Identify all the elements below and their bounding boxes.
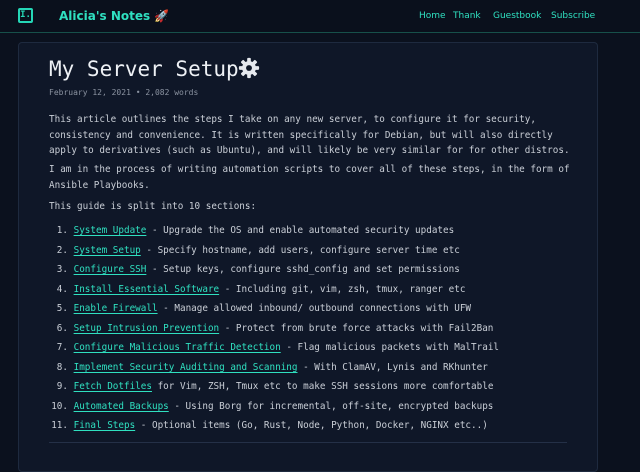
- list-number: 9.: [56, 381, 68, 392]
- section-description: - Manage allowed inbound/ outbound conne…: [157, 303, 472, 314]
- list-number: 11.: [51, 420, 68, 431]
- section-description: - Protect from brute force attacks with …: [219, 322, 494, 334]
- top-navbar: I. Alicia's Notes 🚀 Home Thank Guestbook…: [0, 0, 640, 33]
- list-number: 1.: [56, 225, 68, 236]
- intro-paragraph: This article outlines the steps I take o…: [49, 114, 570, 156]
- list-item: 3. Configure SSH - Setup keys, configure…: [49, 263, 460, 276]
- section-link-system-update[interactable]: System Update: [74, 225, 147, 236]
- section-description: - Flag malicious packets with MalTrail: [280, 342, 500, 353]
- list-item: 9. Fetch Dotfiles for Vim, ZSH, Tmux etc…: [49, 380, 494, 393]
- section-description: - Specify hostname, add users, configure…: [140, 244, 460, 256]
- list-number: 6.: [56, 322, 68, 334]
- list-number: 2.: [56, 244, 68, 256]
- section-link-enable-firewall[interactable]: Enable Firewall: [74, 303, 158, 314]
- list-item: 5. Enable Firewall - Manage allowed inbo…: [49, 302, 471, 315]
- automation-paragraph: I am in the process of writing automatio…: [49, 164, 570, 191]
- list-item: 8. Implement Security Auditing and Scann…: [49, 361, 488, 374]
- sections-intro: This guide is split into 10 sections:: [49, 201, 257, 212]
- section-link-install-essential-software[interactable]: Install Essential Software: [74, 284, 220, 295]
- list-number: 7.: [56, 342, 68, 353]
- list-number: 8.: [56, 361, 68, 373]
- nav-thank-link[interactable]: Thank: [453, 11, 481, 22]
- section-description: - Optional items (Go, Rust, Node, Python…: [135, 420, 488, 431]
- list-item: 2. System Setup - Specify hostname, add …: [49, 244, 460, 257]
- list-item: 10. Automated Backups - Using Borg for i…: [49, 400, 493, 413]
- section-link-implement-security-auditing[interactable]: Implement Security Auditing and Scanning: [74, 362, 298, 373]
- list-number: 10.: [51, 400, 68, 412]
- section-description: - Upgrade the OS and enable automated se…: [146, 225, 455, 236]
- site-logo-icon[interactable]: I.: [18, 8, 33, 23]
- section-description: - Including git, vim, zsh, tmux, ranger …: [219, 283, 466, 295]
- section-link-system-setup[interactable]: System Setup: [74, 245, 141, 256]
- gear-icon: [238, 57, 260, 79]
- section-description: - With ClamAV, Lynis and RKhunter: [297, 361, 488, 373]
- nav-subscribe-link[interactable]: Subscribe: [551, 11, 595, 22]
- section-description: - Setup keys, configure sshd_config and …: [146, 264, 460, 275]
- list-item: 1. System Update - Upgrade the OS and en…: [49, 224, 454, 237]
- page-title: My Server Setup: [49, 57, 239, 81]
- list-number: 3.: [56, 264, 68, 275]
- list-number: 4.: [56, 283, 68, 295]
- site-title[interactable]: Alicia's Notes 🚀: [59, 9, 169, 24]
- section-link-final-steps[interactable]: Final Steps: [74, 420, 136, 431]
- list-number: 5.: [56, 303, 68, 314]
- post-meta: February 12, 2021 • 2,082 words: [49, 88, 199, 97]
- section-link-automated-backups[interactable]: Automated Backups: [74, 401, 169, 412]
- section-description: for Vim, ZSH, Tmux etc to make SSH sessi…: [151, 381, 494, 392]
- section-link-configure-malicious-traffic-detection[interactable]: Configure Malicious Traffic Detection: [74, 342, 281, 353]
- list-item: 11. Final Steps - Optional items (Go, Ru…: [49, 419, 488, 432]
- section-link-setup-intrusion-prevention[interactable]: Setup Intrusion Prevention: [74, 323, 220, 334]
- list-item: 7. Configure Malicious Traffic Detection…: [49, 341, 499, 354]
- section-link-fetch-dotfiles[interactable]: Fetch Dotfiles: [74, 381, 152, 392]
- nav-guestbook-link[interactable]: Guestbook: [493, 11, 541, 22]
- nav-home-link[interactable]: Home: [419, 11, 446, 22]
- list-item: 4. Install Essential Software - Includin…: [49, 283, 466, 296]
- divider: [49, 442, 567, 443]
- list-item: 6. Setup Intrusion Prevention - Protect …: [49, 322, 494, 335]
- section-link-configure-ssh[interactable]: Configure SSH: [74, 264, 147, 275]
- section-description: - Using Borg for incremental, off-site, …: [168, 400, 494, 412]
